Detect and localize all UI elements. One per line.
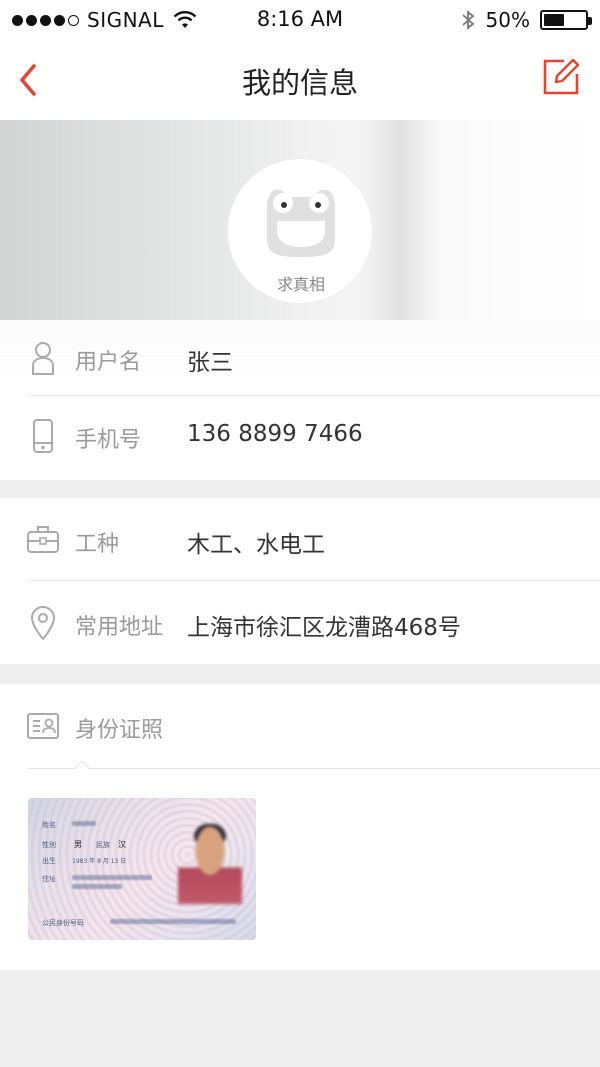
username-label: 用户名 xyxy=(75,350,142,375)
page-title: 我的信息 xyxy=(241,66,358,100)
id-address-blur xyxy=(72,875,152,880)
pointer-notch xyxy=(74,761,90,770)
address-value: 上海市徐汇区龙漕路468号 xyxy=(187,615,461,641)
address-row[interactable]: 常用地址 上海市徐汇区龙漕路468号 xyxy=(0,585,600,667)
user-icon xyxy=(32,342,54,375)
id-photo-card: 身份证照 姓名 性别 男 民族 汉 出生 1983 年 8 月 13 日 住址 … xyxy=(0,684,600,970)
trade-value: 木工、水电工 xyxy=(187,532,325,558)
avatar-frog-icon xyxy=(267,189,335,257)
battery-nub xyxy=(588,17,592,25)
id-portrait xyxy=(178,822,242,904)
trade-label: 工种 xyxy=(75,532,120,557)
id-name-blur xyxy=(72,821,96,826)
id-gender-label: 性别 xyxy=(42,841,56,849)
briefcase-icon xyxy=(27,526,59,553)
avatar[interactable]: 求真相 xyxy=(227,158,373,304)
status-bar: SIGNAL 8:16 AM 50% xyxy=(0,0,600,40)
location-pin-icon xyxy=(31,606,55,640)
work-info-card: 工种 木工、水电工 常用地址 上海市徐汇区龙漕路468号 xyxy=(0,498,600,664)
phone-icon xyxy=(33,419,53,453)
id-ethnic-value: 汉 xyxy=(118,840,126,849)
id-card-image[interactable]: 姓名 性别 男 民族 汉 出生 1983 年 8 月 13 日 住址 公民身份号… xyxy=(28,798,256,940)
divider xyxy=(28,395,600,396)
avatar-caption: 求真相 xyxy=(276,275,325,294)
id-ethnic-label: 民族 xyxy=(96,841,110,849)
id-birth-value: 1983 年 8 月 13 日 xyxy=(72,858,127,865)
profile-header: 求真相 xyxy=(0,120,600,320)
id-birth-label: 出生 xyxy=(42,857,56,865)
username-row[interactable]: 用户名 张三 xyxy=(0,320,600,402)
id-address-label: 住址 xyxy=(42,875,56,883)
phone-row[interactable]: 手机号 136 8899 7466 xyxy=(0,398,600,480)
edit-icon[interactable] xyxy=(542,58,580,96)
id-card-icon xyxy=(27,713,59,739)
id-number-label: 公民身份号码 xyxy=(42,919,84,927)
id-name-label: 姓名 xyxy=(42,821,56,829)
bluetooth-icon xyxy=(461,10,474,30)
id-address-blur xyxy=(72,884,122,889)
id-photo-row: 身份证照 xyxy=(0,688,600,770)
battery-icon xyxy=(540,10,592,30)
battery-fill xyxy=(544,14,564,26)
nav-bar: 我的信息 xyxy=(0,40,600,120)
phone-label: 手机号 xyxy=(75,428,142,453)
id-gender-value: 男 xyxy=(74,840,82,849)
battery-percent: 50% xyxy=(485,8,530,32)
username-value: 张三 xyxy=(187,350,233,376)
trade-row[interactable]: 工种 木工、水电工 xyxy=(0,502,600,584)
basic-info-card: 用户名 张三 手机号 136 8899 7466 xyxy=(0,320,600,480)
status-right: 50% xyxy=(460,8,592,32)
phone-value: 136 8899 7466 xyxy=(187,421,363,447)
address-label: 常用地址 xyxy=(75,615,164,640)
id-photo-label: 身份证照 xyxy=(75,718,164,743)
id-number-blur xyxy=(110,919,236,924)
divider xyxy=(28,580,600,581)
divider xyxy=(28,768,600,769)
